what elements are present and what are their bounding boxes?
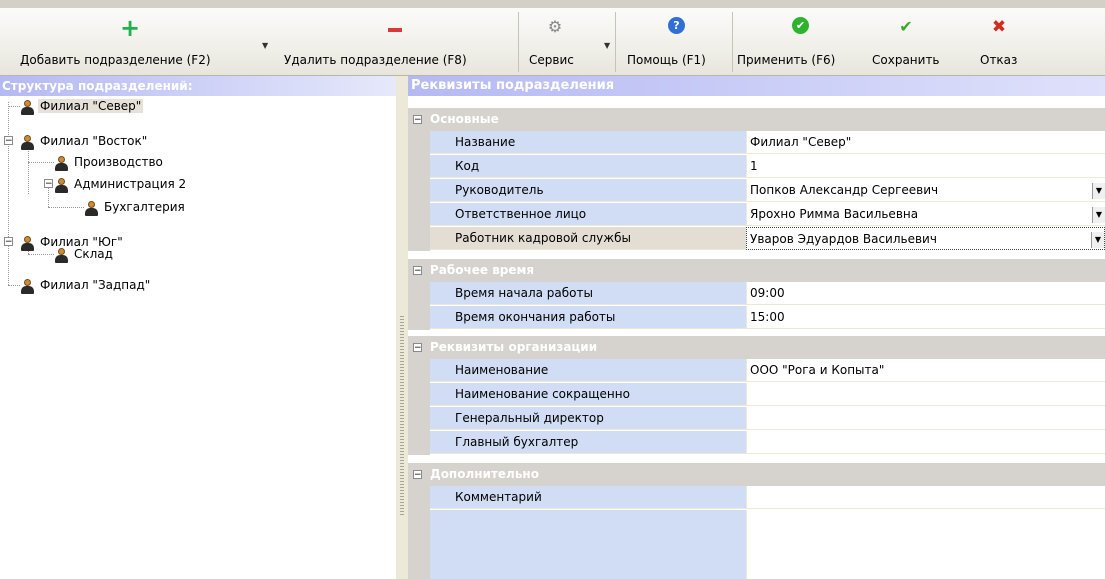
help-label: Помощь (F1) <box>627 53 706 67</box>
comment-name-area <box>430 510 746 579</box>
property-row[interactable]: Время окончания работы 15:00 <box>430 306 1105 330</box>
person-icon <box>20 134 34 150</box>
tree-line <box>28 254 54 255</box>
hr-employee-select[interactable]: Уваров Эдуардов Васильевич ▼ <box>746 227 1105 250</box>
chevron-down-icon[interactable]: ▼ <box>262 41 268 50</box>
end-time-field[interactable]: 15:00 <box>746 306 1105 329</box>
grid-gutter <box>408 131 430 251</box>
property-row[interactable]: Главный бухгалтер <box>430 431 1105 455</box>
splitter-grip[interactable] <box>400 316 404 516</box>
property-row[interactable]: Наименование сокращенно <box>430 383 1105 407</box>
delete-subdivision-label: Удалить подразделение (F8) <box>284 53 467 67</box>
person-icon <box>20 99 34 115</box>
cancel-label: Отказ <box>980 53 1018 67</box>
properties-panel-title: Реквизиты подразделения <box>408 76 1105 96</box>
person-icon <box>20 278 34 294</box>
property-grid: − Основные Название Филиал "Север" Код 1… <box>408 96 1105 579</box>
director-field[interactable] <box>746 407 1105 430</box>
collapse-toggle[interactable]: − <box>413 470 422 480</box>
person-icon <box>54 155 68 171</box>
grid-gutter <box>408 486 430 579</box>
property-row[interactable]: Генеральный директор <box>430 407 1105 431</box>
property-row[interactable]: Комментарий <box>430 486 1105 510</box>
tree-line <box>8 285 20 286</box>
tree-line <box>8 106 20 107</box>
property-row[interactable]: Название Филиал "Север" <box>430 131 1105 155</box>
tree-line <box>28 162 54 163</box>
property-row[interactable]: Время начала работы 09:00 <box>430 282 1105 306</box>
property-row[interactable]: Код 1 <box>430 155 1105 179</box>
grid-gutter <box>408 359 430 455</box>
collapse-toggle[interactable]: − <box>44 179 53 189</box>
dropdown-arrow-icon[interactable]: ▼ <box>1091 232 1104 248</box>
check-circle-icon: ✔ <box>792 17 809 34</box>
category-work-time[interactable]: − Рабочее время <box>408 259 1105 282</box>
service-label: Сервис <box>529 53 574 67</box>
short-name-field[interactable] <box>746 383 1105 406</box>
help-icon: ? <box>668 17 685 34</box>
category-additional[interactable]: − Дополнительно <box>408 463 1105 486</box>
name-field[interactable]: Филиал "Север" <box>746 131 1105 154</box>
minus-icon <box>388 28 402 32</box>
category-main[interactable]: − Основные <box>408 108 1105 131</box>
category-organization[interactable]: − Реквизиты организации <box>408 336 1105 359</box>
tree-panel-title: Структура подразделений: <box>0 76 396 96</box>
save-label: Сохранить <box>872 53 940 67</box>
tree-node[interactable]: Филиал "Восток" <box>20 131 149 151</box>
checkmark-icon: ✔ <box>899 17 913 36</box>
close-icon: ✖ <box>991 17 1007 37</box>
gear-icon: ⚙ <box>547 17 563 36</box>
person-icon <box>54 177 68 193</box>
cancel-button[interactable]: ✖ Отказ <box>980 8 1040 75</box>
add-subdivision-button[interactable]: + Добавить подразделение (F2) ▼ <box>0 8 275 75</box>
toolbar: + Добавить подразделение (F2) ▼ Удалить … <box>0 8 1105 76</box>
dropdown-arrow-icon[interactable]: ▼ <box>1092 183 1105 199</box>
collapse-toggle[interactable]: − <box>4 136 13 146</box>
dropdown-arrow-icon[interactable]: ▼ <box>1092 207 1105 223</box>
tree-node[interactable]: Администрация 2 <box>54 174 188 194</box>
comment-value-area[interactable] <box>746 510 1105 579</box>
code-field[interactable]: 1 <box>746 155 1105 178</box>
tree-node[interactable]: Производство <box>54 152 165 172</box>
service-button[interactable]: ⚙ Сервис ▼ <box>519 8 615 75</box>
start-time-field[interactable]: 09:00 <box>746 282 1105 305</box>
tree-node[interactable]: Бухгалтерия <box>84 197 187 217</box>
manager-select[interactable]: Попков Александр Сергеевич ▼ <box>746 179 1105 202</box>
org-name-field[interactable]: ООО "Рога и Копыта" <box>746 359 1105 382</box>
tree-node[interactable]: Филиал "Задпад" <box>20 275 152 295</box>
collapse-toggle[interactable]: − <box>413 343 422 353</box>
collapse-toggle[interactable]: − <box>4 237 13 247</box>
tree-line <box>48 207 84 208</box>
plus-icon: + <box>120 14 141 42</box>
apply-label: Применить (F6) <box>737 53 836 67</box>
subdivision-tree[interactable]: − − − Филиал "Север" Филиал "Восток" Про… <box>0 96 396 579</box>
comment-field[interactable] <box>746 486 1105 509</box>
property-row[interactable]: Наименование ООО "Рога и Копыта" <box>430 359 1105 383</box>
window-top-strip <box>0 0 1105 8</box>
tree-line <box>8 102 9 285</box>
collapse-toggle[interactable]: − <box>413 266 422 276</box>
property-row[interactable]: Ответственное лицо Ярохно Римма Васильев… <box>430 203 1105 227</box>
apply-button[interactable]: ✔ Применить (F6) <box>733 8 865 75</box>
help-button[interactable]: ? Помощь (F1) <box>616 8 732 75</box>
responsible-person-select[interactable]: Ярохно Римма Васильевна ▼ <box>746 203 1105 226</box>
property-row[interactable]: Работник кадровой службы Уваров Эдуардов… <box>430 227 1105 251</box>
person-icon <box>54 247 68 263</box>
property-row[interactable]: Руководитель Попков Александр Сергеевич ▼ <box>430 179 1105 203</box>
tree-node[interactable]: Филиал "Север" <box>20 96 144 116</box>
person-icon <box>20 235 34 251</box>
panel-splitter[interactable] <box>396 76 408 579</box>
add-subdivision-label: Добавить подразделение (F2) <box>20 53 211 67</box>
person-icon <box>84 200 98 216</box>
chief-accountant-field[interactable] <box>746 431 1105 454</box>
grid-gutter <box>408 282 430 330</box>
tree-node[interactable]: Склад <box>54 244 115 264</box>
chevron-down-icon[interactable]: ▼ <box>604 41 610 50</box>
collapse-toggle[interactable]: − <box>413 115 422 125</box>
save-button[interactable]: ✔ Сохранить <box>866 8 946 75</box>
delete-subdivision-button[interactable]: Удалить подразделение (F8) <box>276 8 518 75</box>
